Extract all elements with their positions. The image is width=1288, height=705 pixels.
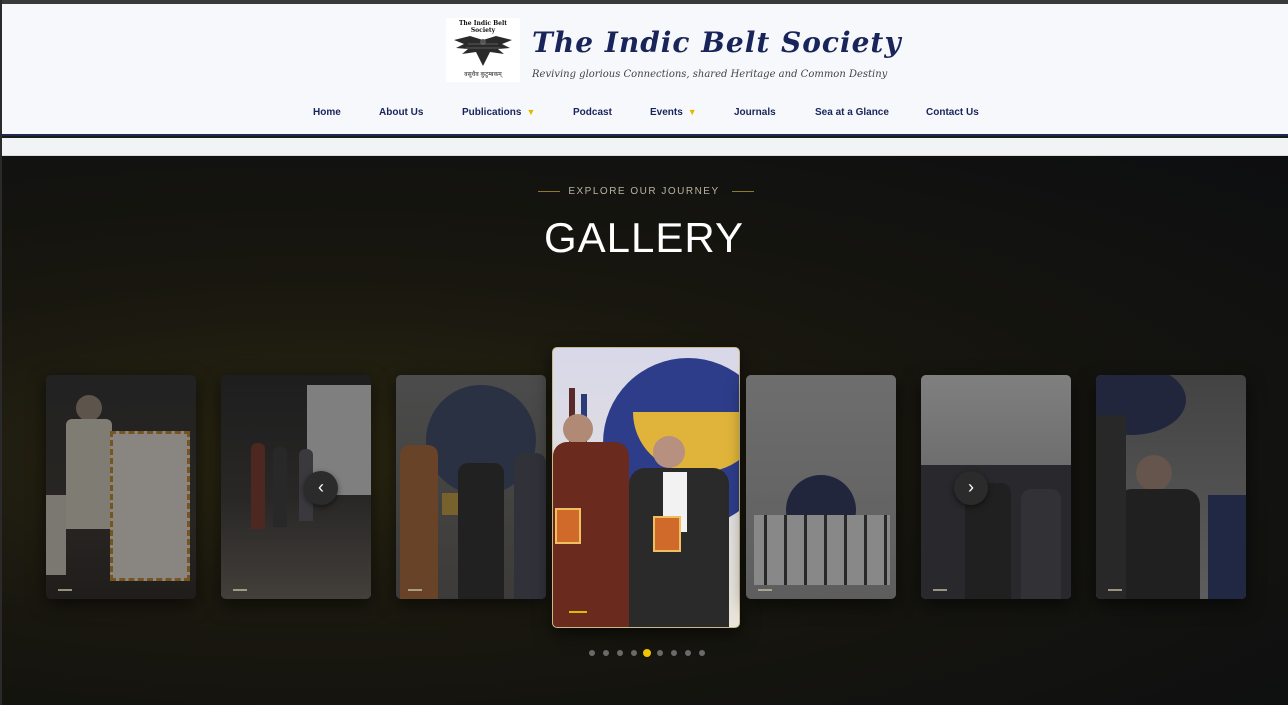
nav-label: About Us: [379, 107, 424, 118]
nav-home[interactable]: Home: [313, 107, 341, 118]
nav-publications[interactable]: Publications ▼: [462, 107, 535, 118]
nav-label: Sea at a Glance: [815, 107, 889, 118]
carousel-dot[interactable]: [657, 650, 663, 656]
eyebrow-line-right: [732, 191, 754, 192]
carousel-dot[interactable]: [617, 650, 623, 656]
site-tagline: Reviving glorious Connections, shared He…: [532, 69, 888, 80]
site-logo[interactable]: The Indic Belt Society वसुधैव कुटुम्बकम्: [446, 18, 520, 82]
nav-label: Podcast: [573, 107, 612, 118]
gallery-slide[interactable]: [921, 375, 1071, 599]
carousel-dot[interactable]: [589, 650, 595, 656]
slide-indicator: [233, 589, 247, 591]
header-spacer: [2, 138, 1288, 156]
nav-label: Home: [313, 107, 341, 118]
site-title[interactable]: The Indic Belt Society: [532, 26, 902, 59]
nav-label: Contact Us: [926, 107, 979, 118]
main-nav: Home About Us Publications ▼ Podcast Even…: [0, 107, 1288, 123]
gallery-eyebrow: EXPLORE OUR JOURNEY: [568, 186, 720, 197]
nav-sea-at-a-glance[interactable]: Sea at a Glance: [815, 107, 889, 118]
nav-podcast[interactable]: Podcast: [573, 107, 612, 118]
next-slide-button[interactable]: ›: [954, 471, 988, 505]
nav-journals[interactable]: Journals: [734, 107, 776, 118]
nav-events[interactable]: Events ▼: [650, 107, 697, 118]
logo-motto: वसुधैव कुटुम्बकम्: [464, 71, 502, 78]
caret-down-icon: ▼: [687, 107, 697, 117]
nav-about-us[interactable]: About Us: [379, 107, 423, 118]
nav-label: Publications: [462, 107, 522, 118]
eagle-emblem-icon: [454, 36, 512, 66]
chevron-left-icon: ‹: [318, 477, 324, 497]
carousel-dot[interactable]: [685, 650, 691, 656]
nav-label: Journals: [734, 107, 776, 118]
chevron-right-icon: ›: [968, 477, 974, 497]
gallery-slide[interactable]: [221, 375, 371, 599]
nav-contact-us[interactable]: Contact Us: [926, 107, 979, 118]
slide-indicator: [933, 589, 947, 591]
gallery-slide[interactable]: [746, 375, 896, 599]
carousel-dot-active[interactable]: [643, 649, 651, 657]
nav-label: Events: [650, 107, 683, 118]
carousel-dot[interactable]: [699, 650, 705, 656]
gallery-slide-active[interactable]: [552, 347, 740, 628]
carousel-dot[interactable]: [631, 650, 637, 656]
slide-indicator: [758, 589, 772, 591]
prev-slide-button[interactable]: ‹: [304, 471, 338, 505]
slide-indicator: [1108, 589, 1122, 591]
gallery-slide[interactable]: [396, 375, 546, 599]
slide-indicator: [569, 611, 587, 613]
gallery-title: GALLERY: [544, 214, 744, 261]
slide-indicator: [408, 589, 422, 591]
gallery-slide[interactable]: [1096, 375, 1246, 599]
caret-down-icon: ▼: [526, 107, 536, 117]
gallery-slide[interactable]: [46, 375, 196, 599]
slide-indicator: [58, 589, 72, 591]
carousel-dot[interactable]: [603, 650, 609, 656]
carousel-dot[interactable]: [671, 650, 677, 656]
